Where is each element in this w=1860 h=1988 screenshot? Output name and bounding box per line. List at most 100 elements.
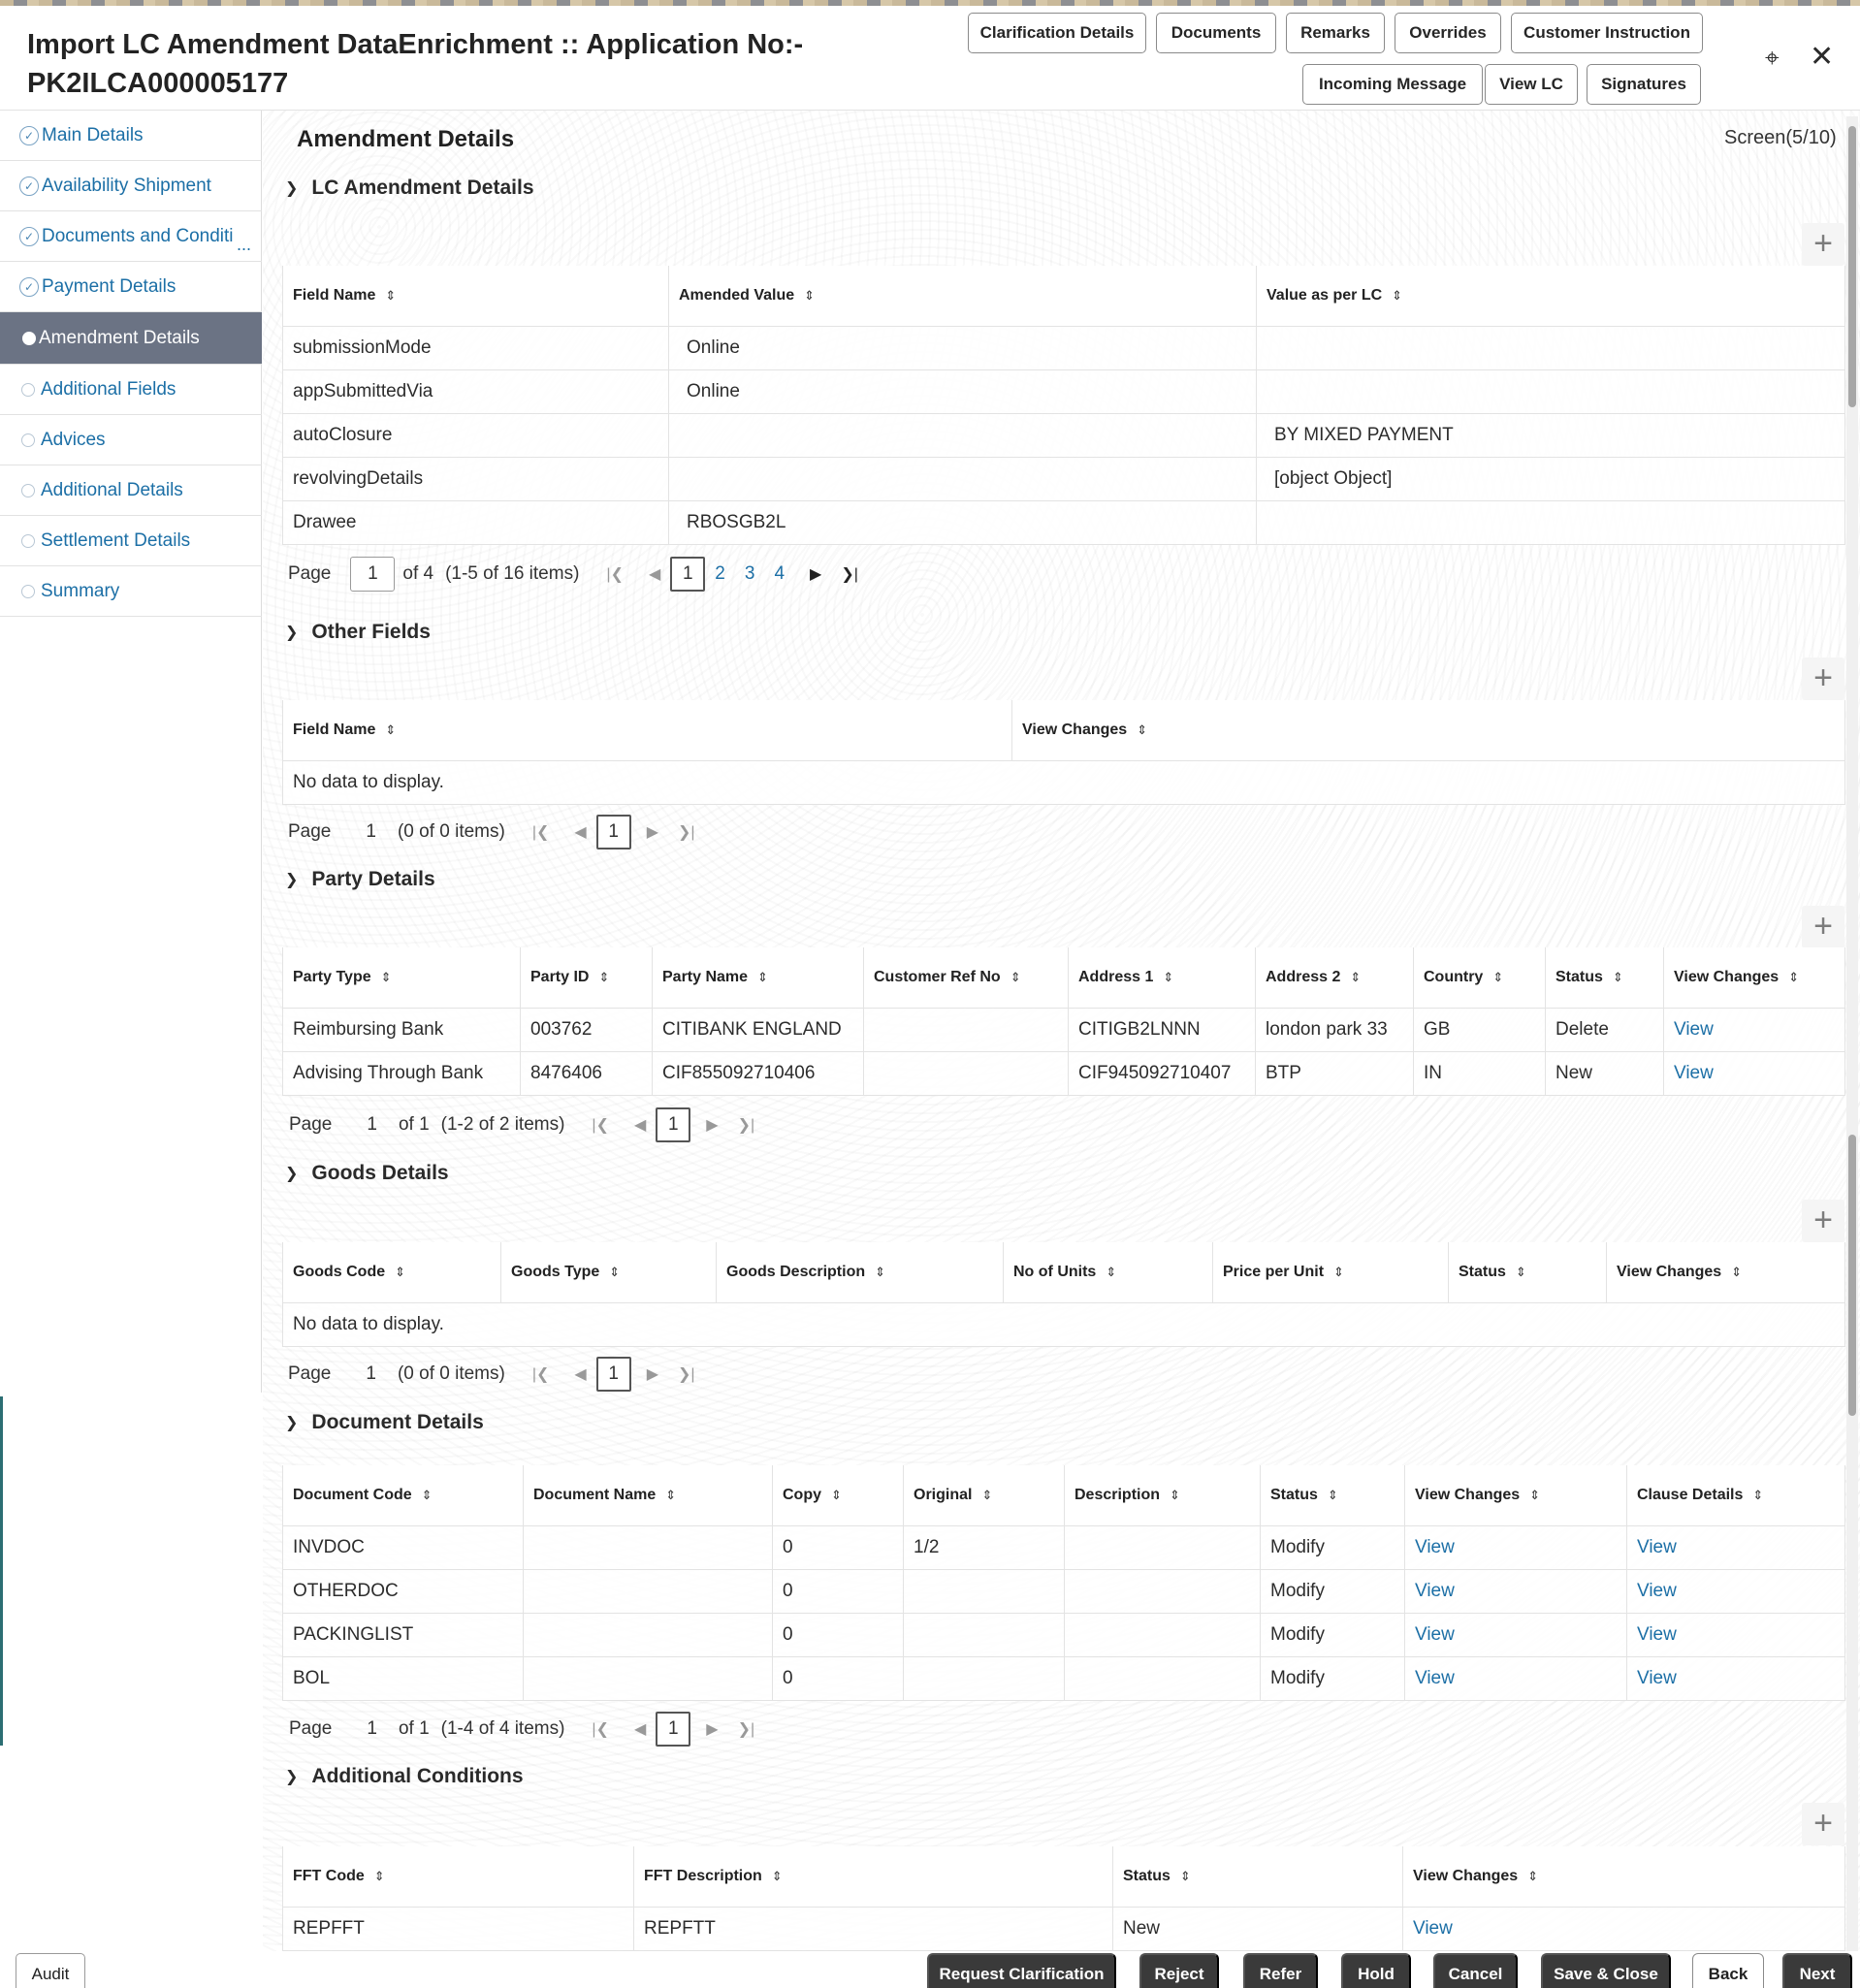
column-header[interactable]: Party Name⇕ bbox=[653, 947, 864, 1008]
column-header[interactable]: Copy⇕ bbox=[773, 1465, 904, 1525]
last-page-icon[interactable]: ❯| bbox=[841, 564, 858, 584]
first-page-icon[interactable]: |❮ bbox=[592, 1719, 609, 1739]
column-header[interactable]: FFT Code⇕ bbox=[283, 1846, 634, 1907]
table-row[interactable]: Drawee RBOSGB2L bbox=[283, 500, 1845, 544]
page-3-link[interactable]: 3 bbox=[745, 563, 755, 585]
sidebar-item-main-details[interactable]: ✓ Main Details bbox=[0, 111, 262, 161]
column-header[interactable]: Value as per LC⇕ bbox=[1257, 266, 1845, 326]
table-row[interactable]: PACKINGLIST 0 Modify View View bbox=[283, 1613, 1845, 1656]
last-page-icon[interactable]: ❯| bbox=[678, 822, 695, 842]
customer-instruction-button[interactable]: Customer Instruction bbox=[1511, 13, 1703, 53]
request-clarification-button[interactable]: Request Clarification bbox=[927, 1953, 1116, 1988]
refer-button[interactable]: Refer bbox=[1243, 1953, 1318, 1988]
prev-page-icon[interactable]: ◀ bbox=[574, 1364, 586, 1384]
column-header[interactable]: Party ID⇕ bbox=[521, 947, 653, 1008]
next-page-icon[interactable]: ▶ bbox=[647, 822, 658, 842]
add-row-icon[interactable]: + bbox=[1802, 906, 1844, 948]
last-page-icon[interactable]: ❯| bbox=[738, 1719, 755, 1739]
clause-details-link[interactable]: View bbox=[1627, 1656, 1845, 1700]
add-row-icon[interactable]: + bbox=[1802, 1200, 1844, 1242]
page-1-button[interactable]: 1 bbox=[670, 557, 705, 592]
audit-button[interactable]: Audit bbox=[16, 1953, 85, 1988]
column-header[interactable]: Field Name⇕ bbox=[283, 266, 669, 326]
column-header[interactable]: Country⇕ bbox=[1414, 947, 1546, 1008]
additional-conditions-header[interactable]: ❯ Additional Conditions bbox=[285, 1765, 524, 1788]
add-row-icon[interactable]: + bbox=[1802, 657, 1844, 700]
cancel-button[interactable]: Cancel bbox=[1433, 1953, 1518, 1988]
prev-page-icon[interactable]: ◀ bbox=[634, 1719, 646, 1739]
next-page-icon[interactable]: ▶ bbox=[706, 1115, 718, 1135]
first-page-icon[interactable]: |❮ bbox=[532, 822, 550, 842]
column-header[interactable]: No of Units⇕ bbox=[1004, 1242, 1213, 1302]
first-page-icon[interactable]: |❮ bbox=[606, 564, 624, 584]
table-row[interactable]: autoClosure BY MIXED PAYMENT bbox=[283, 413, 1845, 457]
page-1-button[interactable]: 1 bbox=[656, 1107, 690, 1142]
column-header[interactable]: Address 1⇕ bbox=[1069, 947, 1256, 1008]
page-4-link[interactable]: 4 bbox=[774, 563, 785, 585]
column-header[interactable]: Document Name⇕ bbox=[524, 1465, 773, 1525]
lc-amendment-header[interactable]: ❯ LC Amendment Details bbox=[285, 176, 534, 200]
sidebar-item-documents-and-conditions[interactable]: ✓ Documents and Conditi ... bbox=[0, 211, 262, 262]
table-row[interactable]: Reimbursing Bank 003762 CITIBANK ENGLAND… bbox=[283, 1008, 1845, 1051]
table-row[interactable]: revolvingDetails [object Object] bbox=[283, 457, 1845, 500]
column-header[interactable]: View Changes⇕ bbox=[1607, 1242, 1845, 1302]
column-header[interactable]: Clause Details⇕ bbox=[1627, 1465, 1845, 1525]
last-page-icon[interactable]: ❯| bbox=[738, 1115, 755, 1135]
page-1-button[interactable]: 1 bbox=[596, 1357, 631, 1392]
prev-page-icon[interactable]: ◀ bbox=[649, 564, 660, 584]
document-details-header[interactable]: ❯ Document Details bbox=[285, 1411, 484, 1434]
last-page-icon[interactable]: ❯| bbox=[678, 1364, 695, 1384]
column-header[interactable]: Document Code⇕ bbox=[283, 1465, 524, 1525]
column-header[interactable]: Status⇕ bbox=[1546, 947, 1664, 1008]
table-row[interactable]: OTHERDOC 0 Modify View View bbox=[283, 1569, 1845, 1613]
column-header[interactable]: Goods Code⇕ bbox=[283, 1242, 501, 1302]
column-header[interactable]: Status⇕ bbox=[1261, 1465, 1405, 1525]
documents-button[interactable]: Documents bbox=[1156, 13, 1276, 53]
clause-details-link[interactable]: View bbox=[1627, 1613, 1845, 1656]
clause-details-link[interactable]: View bbox=[1627, 1525, 1845, 1569]
page-1-button[interactable]: 1 bbox=[656, 1712, 690, 1747]
view-changes-link[interactable]: View bbox=[1405, 1613, 1627, 1656]
view-lc-button[interactable]: View LC bbox=[1485, 64, 1578, 105]
sidebar-item-settlement-details[interactable]: Settlement Details bbox=[0, 516, 262, 566]
party-details-header[interactable]: ❯ Party Details bbox=[285, 868, 435, 891]
overrides-button[interactable]: Overrides bbox=[1395, 13, 1501, 53]
next-page-icon[interactable]: ▶ bbox=[706, 1719, 718, 1739]
table-row[interactable]: submissionMode Online bbox=[283, 326, 1845, 369]
column-header[interactable]: Amended Value⇕ bbox=[669, 266, 1257, 326]
column-header[interactable]: Description⇕ bbox=[1065, 1465, 1261, 1525]
next-button[interactable]: Next bbox=[1782, 1953, 1852, 1988]
column-header[interactable]: Price per Unit⇕ bbox=[1213, 1242, 1449, 1302]
view-changes-link[interactable]: View bbox=[1405, 1656, 1627, 1700]
add-row-icon[interactable]: + bbox=[1802, 223, 1844, 266]
close-icon[interactable]: ✕ bbox=[1810, 43, 1834, 72]
column-header[interactable]: Field Name⇕ bbox=[283, 700, 1012, 760]
view-changes-link[interactable]: View bbox=[1405, 1569, 1627, 1613]
column-header[interactable]: Party Type⇕ bbox=[283, 947, 521, 1008]
page-1-button[interactable]: 1 bbox=[596, 815, 631, 850]
goods-details-header[interactable]: ❯ Goods Details bbox=[285, 1162, 449, 1185]
remarks-button[interactable]: Remarks bbox=[1286, 13, 1385, 53]
save-close-button[interactable]: Save & Close bbox=[1541, 1953, 1671, 1988]
column-header[interactable]: Original⇕ bbox=[904, 1465, 1065, 1525]
minimize-icon[interactable]: ⌖ bbox=[1765, 43, 1780, 72]
table-row[interactable]: Advising Through Bank 8476406 CIF8550927… bbox=[283, 1051, 1845, 1095]
sidebar-item-summary[interactable]: Summary bbox=[0, 566, 262, 617]
sidebar-item-additional-fields[interactable]: Additional Fields bbox=[0, 365, 262, 415]
prev-page-icon[interactable]: ◀ bbox=[634, 1115, 646, 1135]
column-header[interactable]: FFT Description⇕ bbox=[634, 1846, 1113, 1907]
prev-page-icon[interactable]: ◀ bbox=[574, 822, 586, 842]
add-row-icon[interactable]: + bbox=[1802, 1803, 1844, 1845]
column-header[interactable]: Customer Ref No⇕ bbox=[864, 947, 1069, 1008]
view-changes-link[interactable]: View bbox=[1664, 1008, 1845, 1051]
column-header[interactable]: Status⇕ bbox=[1113, 1846, 1403, 1907]
inner-scrollbar-thumb[interactable] bbox=[1848, 1135, 1856, 1416]
next-page-icon[interactable]: ▶ bbox=[810, 564, 821, 584]
column-header[interactable]: View Changes⇕ bbox=[1664, 947, 1845, 1008]
column-header[interactable]: Status⇕ bbox=[1449, 1242, 1607, 1302]
clause-details-link[interactable]: View bbox=[1627, 1569, 1845, 1613]
table-row[interactable]: BOL 0 Modify View View bbox=[283, 1656, 1845, 1700]
column-header[interactable]: Address 2⇕ bbox=[1256, 947, 1414, 1008]
next-page-icon[interactable]: ▶ bbox=[647, 1364, 658, 1384]
page-number-input[interactable]: 1 bbox=[350, 557, 395, 592]
